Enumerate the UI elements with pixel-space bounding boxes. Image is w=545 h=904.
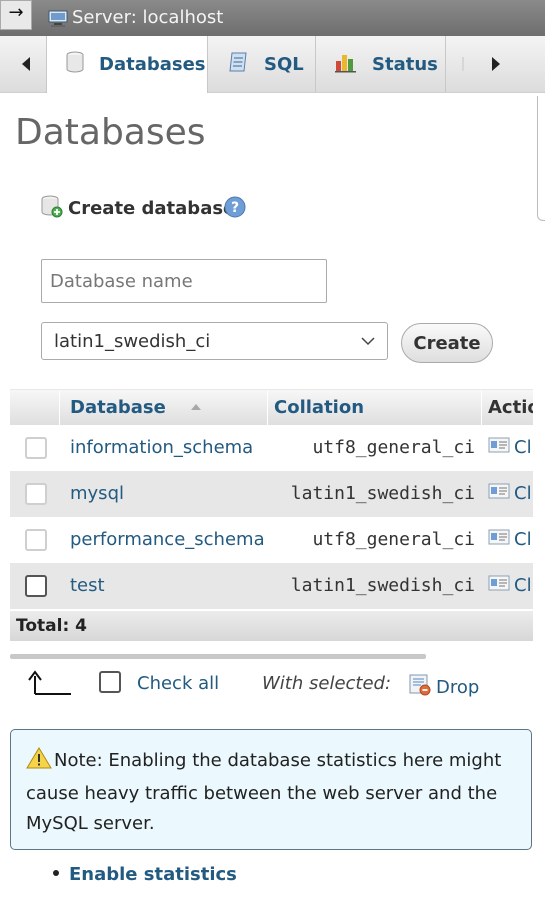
check-privileges-label: Cl [514,437,532,458]
drop-label: Drop [436,677,480,698]
chevron-down-icon [361,337,375,346]
chevron-right-icon [492,57,500,71]
check-privileges-link[interactable]: Cl [488,517,533,563]
tab-scroll-left-button[interactable] [6,36,46,92]
table-row: test latin1_swedish_ci Cl [10,563,533,609]
table-row: mysql latin1_swedish_ci Cl [10,471,533,517]
tab-status-label: Status [372,53,438,75]
side-panel-edge [537,96,545,221]
bullet-icon [53,870,59,876]
sql-icon [228,51,250,78]
table-row: performance_schema utf8_general_ci Cl [10,517,533,563]
create-button[interactable]: Create [401,323,493,363]
drop-icon [408,673,432,702]
tab-databases-label: Databases [99,54,206,75]
database-link[interactable]: performance_schema [70,517,265,563]
svg-text:?: ? [231,200,239,216]
row-checkbox[interactable] [25,437,47,459]
status-chart-icon [334,51,358,78]
check-privileges-label: Cl [514,483,532,504]
header-select-column [10,390,60,426]
create-database-icon [40,194,64,223]
privileges-icon [488,517,510,563]
header-action: Actio [488,397,533,418]
collation-cell: utf8_general_ci [312,437,475,458]
chevron-left-icon [22,57,30,71]
privileges-icon [488,425,510,471]
collapse-navigation-button[interactable]: → [0,0,32,30]
horizontal-scrollbar[interactable] [10,654,426,659]
tab-scroll-right-button[interactable] [476,36,516,92]
create-database-label: Create database [68,198,236,219]
collation-cell: latin1_swedish_ci [290,483,475,504]
arrow-left-up-icon [27,670,73,700]
header-collation[interactable]: Collation [268,390,482,426]
statistics-notice: Note: Enabling the database statistics h… [10,729,532,850]
database-link[interactable]: test [70,563,105,609]
table-header: Database Collation Actio [10,389,533,426]
with-selected-label: With selected: [262,673,392,694]
row-checkbox[interactable] [25,575,47,597]
tab-more-partial[interactable] [446,36,476,92]
notice-text: Note: Enabling the database statistics h… [26,750,502,834]
database-icon [65,51,85,78]
row-checkbox[interactable] [25,529,47,551]
header-database[interactable]: Database [60,390,268,426]
database-link[interactable]: information_schema [70,425,253,471]
enable-statistics-link[interactable]: Enable statistics [53,864,237,885]
collation-cell: utf8_general_ci [312,529,475,550]
tab-partial-icon [462,57,464,71]
page-title: Databases [15,112,206,153]
check-all-label[interactable]: Check all [137,673,219,694]
create-database-heading: Create database [40,194,235,223]
table-row: information_schema utf8_general_ci Cl [10,425,533,471]
enable-statistics-label: Enable statistics [69,864,237,885]
privileges-icon [488,563,510,609]
table-total: Total: 4 [10,611,533,641]
header-database-label: Database [70,397,166,418]
help-icon[interactable]: ? [224,196,246,222]
check-privileges-label: Cl [514,575,532,596]
row-checkbox[interactable] [25,483,47,505]
database-link[interactable]: mysql [70,471,124,517]
sort-ascending-icon [191,404,202,410]
tab-status[interactable]: Status [316,36,446,92]
check-privileges-link[interactable]: Cl [488,425,533,471]
drop-button[interactable]: Drop [408,673,479,702]
database-name-input[interactable] [41,259,327,303]
breadcrumb-server[interactable]: Server: localhost [72,7,223,28]
collation-cell: latin1_swedish_ci [290,575,475,596]
tab-bar: Databases SQL Status [0,36,545,93]
check-all-checkbox[interactable] [99,671,121,693]
check-privileges-label: Cl [514,529,532,550]
collation-selected-value: latin1_swedish_ci [54,330,211,352]
tab-sql[interactable]: SQL [208,36,316,92]
server-icon [48,10,68,32]
collation-select[interactable]: latin1_swedish_ci [41,322,388,360]
privileges-icon [488,471,510,517]
tab-sql-label: SQL [264,53,304,75]
check-privileges-link[interactable]: Cl [488,563,533,609]
check-privileges-link[interactable]: Cl [488,471,533,517]
warning-icon [26,747,52,779]
tab-databases[interactable]: Databases [46,36,208,93]
top-bar: → Server: localhost [0,0,545,36]
